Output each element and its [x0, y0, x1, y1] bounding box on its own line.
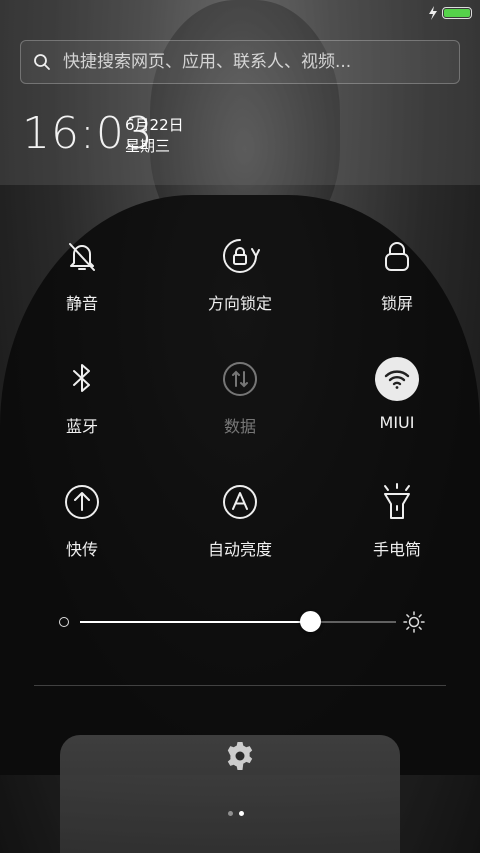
toggle-mobile-data[interactable]: 数据 [180, 357, 300, 437]
toggle-label: MIUI [379, 413, 415, 432]
slider-fill [80, 621, 311, 623]
rotation-lock-icon [218, 234, 262, 278]
lock-icon [375, 234, 419, 278]
brightness-slider[interactable] [56, 610, 426, 634]
toggle-label: 锁屏 [380, 294, 413, 313]
search-bar[interactable] [20, 40, 460, 84]
brightness-high-icon [403, 611, 425, 633]
toggle-lock-screen[interactable]: 锁屏 [337, 234, 457, 314]
page-dot [228, 811, 233, 816]
settings-button[interactable] [224, 740, 256, 776]
toggle-flashlight[interactable]: 手电筒 [337, 480, 457, 560]
divider [34, 685, 446, 686]
toggle-label: 静音 [65, 294, 98, 313]
toggle-wifi[interactable]: MIUI [337, 357, 457, 432]
clock-date[interactable]: 6月22日 星期三 [125, 115, 184, 157]
slider-thumb[interactable] [300, 611, 322, 632]
search-icon [34, 54, 50, 70]
page-indicator [228, 811, 244, 816]
battery-icon [442, 7, 472, 19]
toggle-label: 数据 [223, 417, 256, 436]
bell-off-icon [60, 234, 104, 278]
mobile-data-icon [218, 357, 262, 401]
toggle-quick-transfer[interactable]: 快传 [22, 480, 142, 560]
page-dot-active [239, 811, 244, 816]
weekday-label: 星期三 [125, 137, 171, 155]
toggle-label: 快传 [65, 540, 98, 559]
toggle-label: 蓝牙 [65, 417, 98, 436]
flashlight-icon [375, 480, 419, 524]
gear-icon [227, 742, 253, 770]
wifi-icon [375, 357, 419, 401]
toggle-rotation-lock[interactable]: 方向锁定 [180, 234, 300, 314]
toggle-bluetooth[interactable]: 蓝牙 [22, 357, 142, 437]
bolt-icon [429, 6, 437, 20]
search-input[interactable] [61, 51, 445, 73]
auto-brightness-icon [218, 480, 262, 524]
toggle-label: 手电筒 [372, 540, 421, 559]
toggle-silent[interactable]: 静音 [22, 234, 142, 314]
toggle-auto-brightness[interactable]: 自动亮度 [180, 480, 300, 560]
status-bar [428, 4, 472, 22]
battery-fill [444, 9, 470, 17]
toggle-label: 自动亮度 [207, 540, 272, 559]
brightness-low-icon [59, 617, 69, 627]
transfer-icon [60, 480, 104, 524]
bluetooth-icon [60, 357, 104, 401]
date-label: 6月22日 [125, 116, 184, 134]
toggle-label: 方向锁定 [207, 294, 272, 313]
